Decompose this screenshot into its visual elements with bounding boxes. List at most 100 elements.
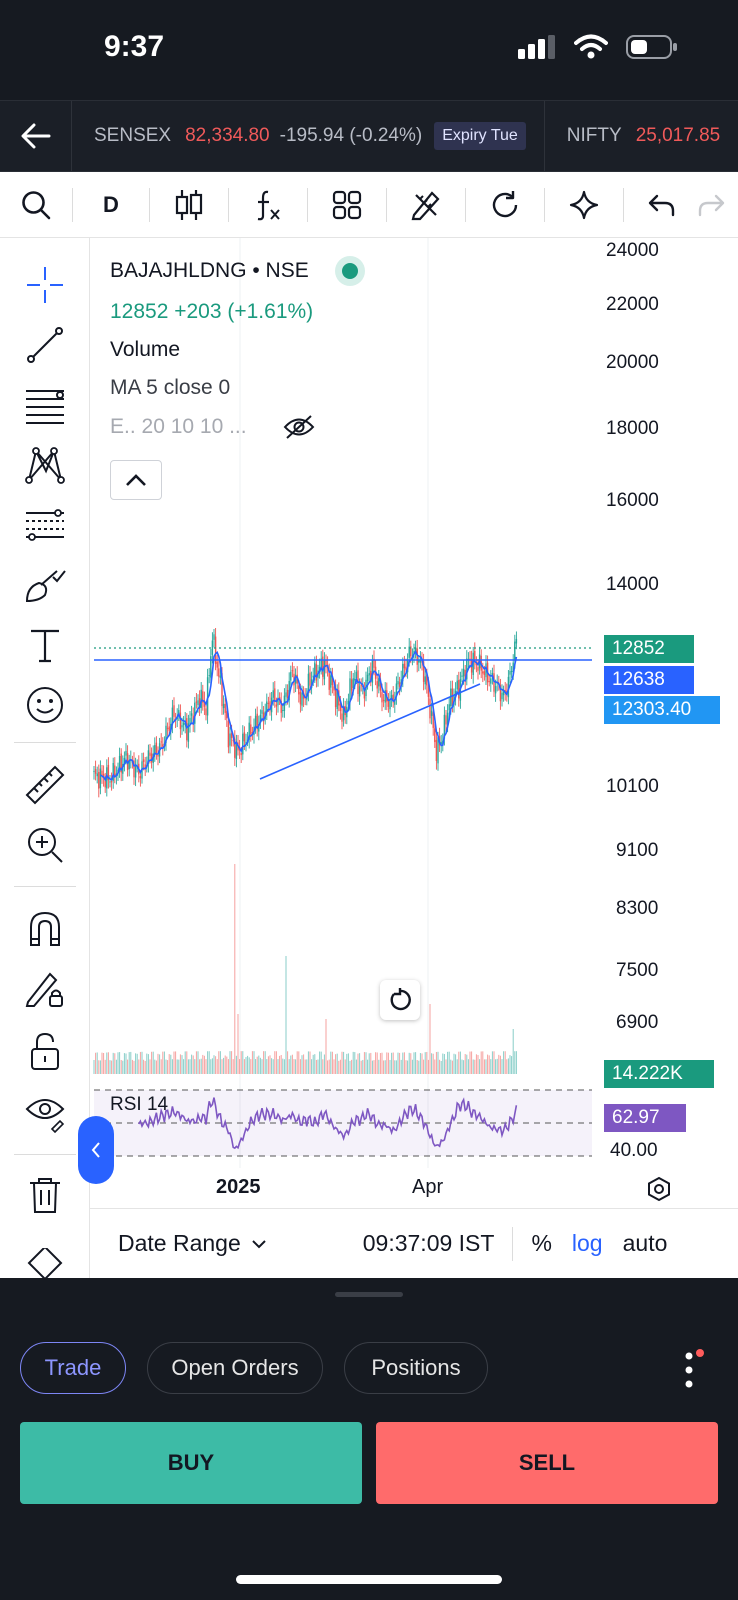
collapse-legend-button[interactable] (110, 460, 162, 500)
delete-tool[interactable] (22, 1172, 68, 1218)
volume-bar (203, 1055, 205, 1074)
volume-bar (287, 1051, 289, 1074)
undo-button[interactable] (624, 172, 698, 238)
volume-bar (179, 1054, 181, 1074)
sell-button[interactable]: SELL (376, 1422, 718, 1504)
candle-body (162, 744, 164, 747)
market-status-dot (334, 256, 365, 286)
ticker-sensex-name[interactable]: SENSEX (94, 125, 171, 147)
arrow-left-icon (21, 123, 50, 149)
lock-drawings-tool[interactable] (22, 966, 68, 1012)
settings-icon[interactable] (646, 1176, 672, 1202)
volume-bar (450, 1059, 452, 1074)
symbol-label[interactable]: BAJAJHLDNG • NSE (110, 259, 309, 283)
chevron-up-icon (126, 474, 146, 486)
candle-body (462, 668, 465, 677)
volume-bar (434, 1059, 436, 1074)
volume-bar (429, 1004, 431, 1074)
lock-tool[interactable] (22, 1028, 68, 1074)
emoji-tool[interactable] (22, 682, 68, 728)
buy-button[interactable]: BUY (20, 1422, 362, 1504)
drawing-tools-button[interactable] (387, 172, 465, 238)
volume-bar (237, 1014, 239, 1074)
ema-indicator-label[interactable]: E.. 20 10 10 ... (110, 415, 247, 439)
more-options-button[interactable] (676, 1346, 706, 1394)
redo-button[interactable] (698, 172, 738, 238)
volume-bar (376, 1052, 378, 1074)
candle-body (189, 717, 191, 724)
search-button[interactable] (0, 172, 72, 238)
volume-bar (426, 1051, 428, 1074)
layout-button[interactable] (308, 172, 386, 238)
trend-line-tool[interactable] (22, 322, 68, 368)
drag-handle[interactable] (335, 1292, 403, 1297)
crosshair-tool[interactable] (22, 262, 68, 308)
candle-body (224, 703, 226, 713)
volume-bar (183, 1059, 185, 1074)
candle-body (429, 698, 431, 719)
percent-scale-toggle[interactable]: % (531, 1230, 551, 1257)
volume-bar (387, 1052, 389, 1074)
tool-divider (14, 742, 76, 743)
reset-chart-button[interactable] (380, 980, 420, 1020)
volume-bar (493, 1051, 495, 1074)
back-button[interactable] (0, 101, 72, 171)
volume-bar (306, 1059, 308, 1074)
candle-body (109, 781, 111, 783)
forecast-tool[interactable] (22, 502, 68, 548)
candle-body (456, 680, 458, 690)
pattern-tool[interactable] (22, 442, 68, 488)
chart-area[interactable]: BAJAJHLDNG • NSE 12852 +203 (+1.61%) Vol… (90, 238, 738, 1278)
rsi-indicator-label[interactable]: RSI 14 (110, 1094, 168, 1116)
volume-bar (175, 1051, 177, 1074)
y-axis-label: 7500 (616, 960, 659, 981)
volume-bar (176, 1059, 178, 1074)
candle-body (515, 638, 518, 644)
interval-button[interactable]: D (73, 172, 149, 238)
y-axis-label: 6900 (616, 1012, 659, 1033)
line-price-badge: 12303.40 (604, 696, 720, 724)
magnet-tool[interactable] (22, 906, 68, 952)
fib-tool[interactable] (22, 382, 68, 428)
tab-open-orders[interactable]: Open Orders (147, 1342, 323, 1394)
volume-bar (99, 1060, 101, 1074)
bottom-divider (512, 1226, 514, 1261)
chart-type-button[interactable] (150, 172, 228, 238)
volume-indicator-label[interactable]: Volume (110, 338, 365, 362)
tab-positions[interactable]: Positions (344, 1342, 488, 1394)
expand-toolbar-tab[interactable] (78, 1116, 114, 1184)
visibility-tool[interactable] (22, 1090, 68, 1136)
measure-tool[interactable] (22, 762, 68, 808)
candle-body (490, 678, 492, 684)
candle-body (205, 708, 207, 716)
volume-bar (114, 1053, 116, 1074)
ticker-nifty-name[interactable]: NIFTY (567, 125, 622, 147)
chevron-down-icon[interactable] (251, 1238, 267, 1250)
tab-trade[interactable]: Trade (20, 1342, 126, 1394)
more-tools[interactable] (22, 1248, 68, 1278)
volume-bar (163, 1051, 165, 1074)
candle-body (157, 754, 159, 757)
indicators-button[interactable] (229, 172, 307, 238)
auto-scale-toggle[interactable]: auto (623, 1230, 668, 1257)
ma-indicator-label[interactable]: MA 5 close 0 (110, 376, 365, 400)
candle-body (125, 750, 127, 756)
log-scale-toggle[interactable]: log (572, 1230, 603, 1257)
refresh-button[interactable] (466, 172, 544, 238)
volume-bar (224, 1055, 226, 1074)
ai-assistant-button[interactable] (545, 172, 623, 238)
brush-tool[interactable] (22, 562, 68, 608)
date-range-button[interactable]: Date Range (118, 1230, 241, 1257)
eye-off-icon[interactable] (283, 414, 315, 440)
volume-bar (216, 1059, 218, 1074)
volume-bar (192, 1055, 194, 1074)
candle-body (376, 681, 378, 689)
candle-body (272, 690, 274, 698)
volume-bar (416, 1060, 418, 1074)
volume-bar (160, 1059, 162, 1074)
volume-bar (232, 1059, 234, 1074)
text-tool[interactable] (22, 622, 68, 668)
zoom-in-tool[interactable] (22, 822, 68, 868)
volume-bar (357, 1053, 359, 1074)
volume-bar (511, 1056, 513, 1074)
